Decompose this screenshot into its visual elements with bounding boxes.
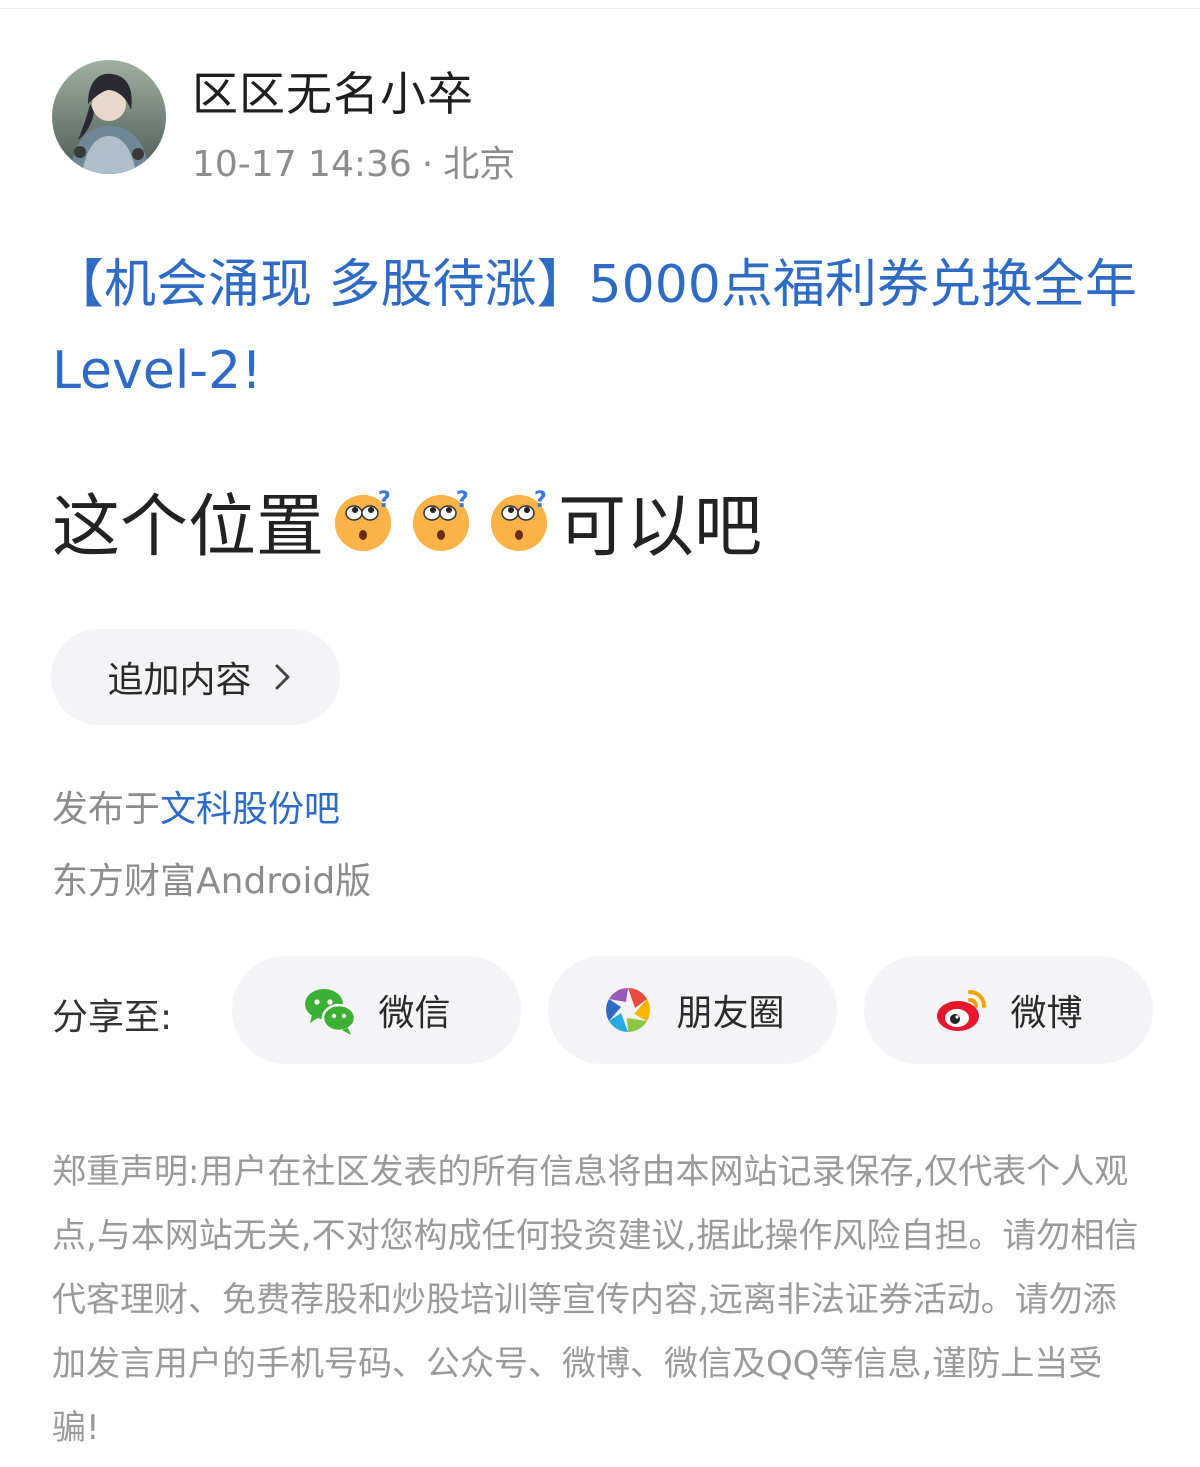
posted-in-prefix: 发布于 [52, 789, 161, 830]
post-timestamp: 10-17 14:36 [192, 144, 412, 185]
thinking-face-icon: ? [413, 488, 470, 551]
share-wechat-label: 微信 [378, 993, 451, 1034]
share-weibo-label: 微博 [1010, 993, 1083, 1034]
share-moments-button[interactable]: 朋友圈 [548, 956, 837, 1064]
moments-icon [606, 988, 651, 1032]
disclaimer-text: 郑重声明:用户在社区发表的所有信息将由本网站记录保存,仅代表个人观点,与本网站无… [52, 1152, 1139, 1448]
weibo-icon [937, 990, 987, 1031]
top-divider [0, 0, 1200, 9]
post-content-text-before: 这个位置 [52, 487, 325, 567]
author-name[interactable]: 区区无名小卒 [192, 58, 474, 124]
board-link[interactable]: 文科股份吧 [160, 789, 340, 830]
share-wechat-button[interactable]: 微信 [232, 956, 521, 1064]
share-moments-label: 朋友圈 [676, 993, 785, 1034]
post-location: 北京 [443, 144, 516, 185]
avatar[interactable] [52, 60, 166, 174]
svg-text:?: ? [456, 488, 469, 513]
thinking-face-icon: ? [491, 488, 548, 551]
posted-in: 发布于文科股份吧 [52, 780, 340, 832]
client-info: 东方财富Android版 [52, 861, 372, 902]
svg-text:?: ? [534, 488, 547, 513]
meta-separator: · [421, 144, 434, 185]
share-weibo-button[interactable]: 微博 [864, 956, 1153, 1064]
share-label: 分享至: [52, 997, 173, 1038]
thinking-face-icon: ? [335, 488, 392, 551]
chevron-right-icon [275, 664, 289, 690]
post-content: 这个位置 ? ? ? 可以吧 [52, 478, 762, 567]
append-content-button[interactable]: 追加内容 [51, 629, 340, 725]
post-meta: 10-17 14:36 · 北京 [192, 135, 515, 187]
svg-text:?: ? [378, 488, 391, 513]
promo-title-link[interactable]: 【机会涌现 多股待涨】5000点福利券兑换全年Level-2! [52, 242, 1152, 414]
append-content-label: 追加内容 [107, 660, 252, 701]
wechat-icon [305, 989, 357, 1035]
user-avatar-icon [52, 60, 166, 174]
post-content-text-after: 可以吧 [558, 487, 763, 567]
